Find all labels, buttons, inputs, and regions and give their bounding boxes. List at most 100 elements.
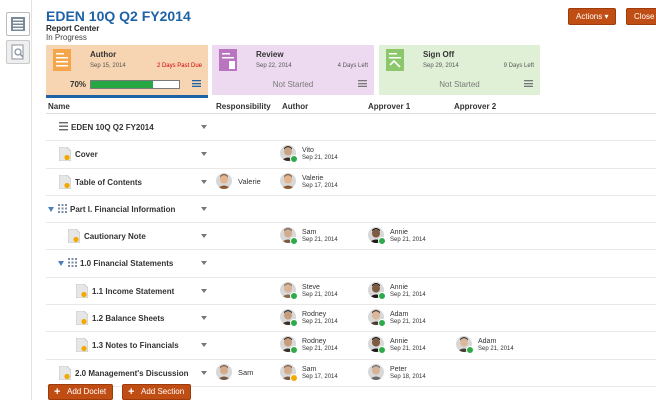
doclet-icon [75,338,89,353]
person-date: Sep 21, 2014 [390,291,426,298]
expand-toggle-icon[interactable] [48,206,54,212]
report-status: In Progress [46,33,87,42]
actions-button-label: Actions [576,12,603,21]
row-name[interactable]: Cover [75,150,98,159]
check-badge-icon [378,237,386,246]
person-date: Sep 21, 2014 [478,346,514,353]
review-stage-status: Not Started [272,80,314,89]
list-icon[interactable] [358,80,367,87]
author-progress-percent: 70% [70,80,87,89]
person-name: Valerie [302,174,324,182]
author-stage-card[interactable]: Author Sep 15, 2014 2 Days Past Due 70% [46,45,208,95]
doclet-icon [58,146,72,162]
row-name[interactable]: Table of Contents [75,178,142,187]
actions-button[interactable]: Actions ▾ [568,8,617,25]
row-menu-chevron-icon[interactable] [201,234,207,239]
col-author[interactable]: Author [282,102,308,111]
table-row[interactable]: 1.0 Financial Statements [46,250,656,278]
person-date: Sep 21, 2014 [390,319,426,326]
plus-icon: + [54,386,61,398]
doclet-icon [75,310,89,326]
list-icon[interactable] [192,80,201,87]
check-badge-icon [378,291,386,300]
person-name: Steve [302,283,320,291]
person-date: Sep 21, 2014 [302,237,338,244]
row-name[interactable]: 1.2 Balance Sheets [92,314,164,323]
person-name: Vito [302,147,314,155]
row-menu-chevron-icon[interactable] [201,316,207,321]
table-row[interactable]: 1.2 Balance Sheets Rodney Sep 21, 2014 Adam… [46,305,656,333]
person-name: Adam [478,338,497,346]
doclet-icon [75,283,89,299]
table-row[interactable]: Table of Contents Valerie Valerie Sep 17, 2… [46,169,656,196]
author-doc-icon [53,49,71,71]
close-button-label: Close [634,12,655,21]
row-menu-chevron-icon[interactable] [201,206,207,211]
row-name[interactable]: 1.0 Financial Statements [80,259,173,268]
row-name[interactable]: 2.0 Management's Discussion [75,369,189,378]
person-date: Sep 21, 2014 [390,346,426,353]
row-name[interactable]: Part I. Financial Information [70,205,175,214]
row-menu-chevron-icon[interactable] [201,152,207,157]
signoff-doc-icon [386,49,404,71]
check-badge-icon [378,346,386,355]
person-name: Valerie [238,176,261,186]
row-name[interactable]: 1.3 Notes to Financials [92,341,179,350]
person-date: Sep 17, 2014 [302,373,338,380]
check-badge-icon [290,291,298,300]
table-row[interactable]: Part I. Financial Information [46,196,656,224]
table-row[interactable]: EDEN 10Q Q2 FY2014 [46,114,656,142]
doclet-icon [58,174,72,189]
doclets-tab[interactable] [6,12,30,36]
person-date: Sep 21, 2014 [302,155,338,162]
row-menu-chevron-icon[interactable] [201,288,207,293]
person-date: Sep 21, 2014 [302,346,338,353]
person-name: Annie [390,283,408,291]
author-stage-due: 2 Days Past Due [156,63,202,69]
person-name: Sam [302,229,317,237]
report-title: EDEN 10Q Q2 FY2014 [46,8,191,24]
table-row[interactable]: 1.1 Income Statement Steve Sep 21, 2014 Ann… [46,278,656,306]
add-doclet-button[interactable]: + Add Doclet [48,384,114,400]
signoff-stage-name: Sign Off [423,50,455,59]
table-row[interactable]: Cautionary Note Sam Sep 21, 2014 Annie Sep 2… [46,223,656,251]
col-approver2[interactable]: Approver 2 [454,102,496,111]
row-name[interactable]: 1.1 Income Statement [92,287,174,296]
list-icon [59,122,68,131]
check-badge-icon [290,319,298,328]
avatar [368,363,384,380]
signoff-stage-card[interactable]: Sign Off Sep 29, 2014 9 Days Left Not St… [379,45,540,95]
row-menu-chevron-icon[interactable] [201,179,207,184]
add-section-button[interactable]: + Add Section [122,384,192,400]
row-menu-chevron-icon[interactable] [201,261,207,266]
person-name: Peter [390,365,407,373]
review-stage-card[interactable]: Review Sep 22, 2014 4 Days Left Not Star… [212,45,374,95]
table-row[interactable]: Cover Vito Sep 21, 2014 [46,141,656,169]
list-icon[interactable] [524,80,533,87]
close-button[interactable]: Close [626,8,656,25]
search-tab[interactable] [6,40,30,64]
person-date: Sep 17, 2014 [302,182,338,189]
row-menu-chevron-icon[interactable] [201,125,207,129]
col-approver1[interactable]: Approver 1 [368,102,410,111]
expand-toggle-icon[interactable] [58,261,64,267]
document-search-icon [11,44,24,60]
person-name: Annie [390,338,408,346]
chevron-down-icon: ▾ [604,12,609,21]
signoff-stage-due: 9 Days Left [503,63,534,69]
row-menu-chevron-icon[interactable] [201,370,207,375]
person-name: Sam [238,367,254,377]
check-badge-icon [290,155,298,164]
person-date: Sep 18, 2014 [390,373,426,380]
left-sidebar [0,0,32,400]
check-badge-icon [290,237,298,246]
row-name[interactable]: EDEN 10Q Q2 FY2014 [71,123,154,132]
col-responsibility[interactable]: Responsibility [216,102,271,111]
table-row[interactable]: 1.3 Notes to Financials Rodney Sep 21, 201… [46,332,656,360]
section-grid-icon [68,258,77,268]
row-menu-chevron-icon[interactable] [201,343,207,348]
col-name[interactable]: Name [48,102,70,111]
row-name[interactable]: Cautionary Note [84,232,146,241]
active-stage-indicator [46,95,208,98]
check-badge-icon [290,346,298,355]
